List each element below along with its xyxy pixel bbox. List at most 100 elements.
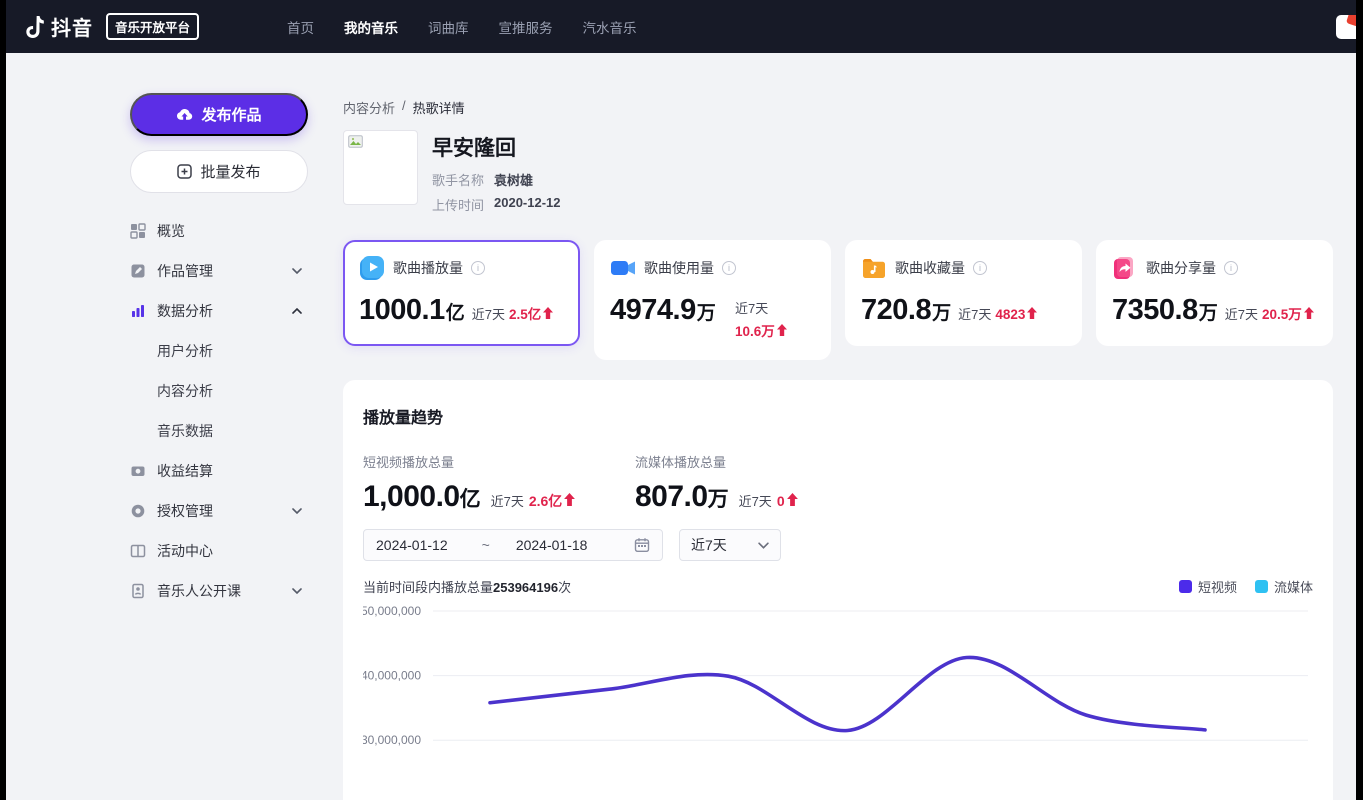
date-separator: ~ [482, 537, 490, 553]
up-arrow-icon [543, 306, 553, 324]
legend-item-short-video[interactable]: 短视频 [1179, 577, 1237, 596]
stat-period: 近7天 [472, 307, 505, 322]
nav-item-home[interactable]: 首页 [287, 17, 314, 37]
stat-card-favorites[interactable]: 歌曲收藏量 i 720.8万 近7天4823 [845, 240, 1082, 346]
stat-card-shares[interactable]: 歌曲分享量 i 7350.8万 近7天20.5万 [1096, 240, 1333, 346]
sidebar-item-label: 收益结算 [157, 461, 213, 481]
breadcrumb-current: 热歌详情 [413, 98, 465, 117]
app-frame: 抖音 音乐开放平台 首页 我的音乐 词曲库 宣推服务 汽水音乐 发布作品 批量发… [6, 0, 1356, 800]
info-icon[interactable]: i [722, 261, 736, 275]
stat-card-usage[interactable]: 歌曲使用量 i 4974.9万 近7天10.6万 [594, 240, 831, 360]
chevron-down-icon [758, 542, 769, 549]
sidebar-item-label: 授权管理 [157, 501, 213, 521]
corner-app-icon[interactable] [1336, 15, 1356, 39]
publish-button[interactable]: 发布作品 [130, 93, 308, 136]
sidebar-item-label: 活动中心 [157, 541, 213, 561]
chevron-down-icon [292, 268, 302, 274]
sidebar-item-label: 音乐人公开课 [157, 581, 241, 601]
sidebar-item-works[interactable]: 作品管理 [130, 251, 302, 291]
sidebar-menu: 概览 作品管理 数据分析 用户分析 内容分析 音乐数据 收益结算 授权管理 [130, 211, 302, 611]
sidebar-item-user-analysis[interactable]: 用户分析 [130, 331, 302, 371]
sidebar-item-revenue[interactable]: 收益结算 [130, 451, 302, 491]
works-icon [130, 263, 146, 279]
song-info: 早安隆回 歌手名称 袁树雄 上传时间 2020-12-12 [432, 130, 561, 214]
stat-value: 1000.1 [359, 294, 445, 326]
date-to[interactable]: 2024-01-18 [516, 537, 588, 553]
sidebar-item-music-data[interactable]: 音乐数据 [130, 411, 302, 451]
metric-change: 0 [777, 493, 785, 509]
batch-plus-icon [177, 164, 192, 179]
course-icon [130, 583, 146, 599]
batch-publish-label: 批量发布 [200, 161, 260, 182]
nav-item-song-library[interactable]: 词曲库 [428, 17, 469, 37]
summary-row: 当前时间段内播放总量253964196次 短视频 流媒体 [363, 577, 1313, 596]
stat-card-plays[interactable]: 歌曲播放量 i 1000.1亿 近7天2.5亿 [343, 240, 580, 346]
stat-unit: 万 [1199, 303, 1218, 324]
sidebar-item-content-analysis[interactable]: 内容分析 [130, 371, 302, 411]
date-range-picker[interactable]: 2024-01-12 ~ 2024-01-18 [363, 529, 663, 561]
money-icon [130, 463, 146, 479]
sidebar-item-label: 音乐数据 [157, 421, 213, 441]
info-icon[interactable]: i [1224, 261, 1238, 275]
artist-name: 袁树雄 [494, 170, 533, 189]
sidebar-item-label: 数据分析 [157, 301, 213, 321]
batch-publish-button[interactable]: 批量发布 [130, 150, 308, 193]
folder-icon [861, 255, 887, 281]
sidebar-item-data-analysis[interactable]: 数据分析 [130, 291, 302, 331]
info-icon[interactable]: i [471, 261, 485, 275]
info-icon[interactable]: i [973, 261, 987, 275]
upload-date: 2020-12-12 [494, 195, 561, 214]
metric-value: 807.0 [635, 480, 708, 514]
stat-value: 720.8 [861, 294, 931, 326]
sidebar-item-license[interactable]: 授权管理 [130, 491, 302, 531]
stat-label: 歌曲使用量 [644, 258, 714, 278]
publish-button-label: 发布作品 [201, 104, 261, 125]
metric-short-video: 短视频播放总量 1,000.0 亿 近7天 2.6亿 [363, 452, 635, 514]
trend-card: 播放量趋势 短视频播放总量 1,000.0 亿 近7天 2.6亿 流媒体播放总量 [343, 380, 1333, 800]
sidebar-item-overview[interactable]: 概览 [130, 211, 302, 251]
song-artist-row: 歌手名称 袁树雄 [432, 170, 561, 189]
trend-chart[interactable]: 50,000,00040,000,00030,000,00020,000,000 [363, 603, 1313, 800]
summary-prefix: 当前时间段内播放总量 [363, 580, 493, 595]
logo[interactable]: 抖音 音乐开放平台 [22, 12, 199, 41]
nav-item-promotion[interactable]: 宣推服务 [499, 17, 553, 37]
logo-text: 抖音 [51, 12, 93, 41]
breadcrumb-parent[interactable]: 内容分析 [343, 98, 395, 117]
up-arrow-icon [787, 493, 798, 511]
sidebar-item-label: 内容分析 [157, 381, 213, 401]
artist-label: 歌手名称 [432, 170, 484, 189]
chevron-down-icon [292, 508, 302, 514]
video-icon [610, 255, 636, 281]
stat-change: 10.6万 [735, 324, 775, 339]
play-total-summary: 当前时间段内播放总量253964196次 [363, 577, 571, 596]
date-from[interactable]: 2024-01-12 [376, 537, 448, 553]
stat-unit: 万 [697, 303, 716, 324]
play-icon [359, 255, 385, 281]
breadcrumb: 内容分析 / 热歌详情 [343, 98, 1333, 117]
nav-item-my-music[interactable]: 我的音乐 [344, 17, 398, 37]
song-cover-placeholder [343, 130, 418, 205]
nav-item-soda-music[interactable]: 汽水音乐 [583, 17, 637, 37]
trend-metrics: 短视频播放总量 1,000.0 亿 近7天 2.6亿 流媒体播放总量 807.0… [363, 452, 1313, 514]
license-icon [130, 503, 146, 519]
stat-period: 近7天 [958, 307, 991, 322]
logo-badge: 音乐开放平台 [106, 13, 199, 40]
sidebar-item-activity-center[interactable]: 活动中心 [130, 531, 302, 571]
sidebar-item-open-course[interactable]: 音乐人公开课 [130, 571, 302, 611]
stat-value: 7350.8 [1112, 294, 1198, 326]
douyin-note-icon [22, 15, 44, 39]
range-select[interactable]: 近7天 [679, 529, 781, 561]
summary-suffix: 次 [558, 580, 571, 595]
top-nav: 抖音 音乐开放平台 首页 我的音乐 词曲库 宣推服务 汽水音乐 [6, 0, 1356, 53]
metric-change: 2.6亿 [529, 491, 562, 511]
stat-change: 20.5万 [1262, 307, 1302, 322]
upload-cloud-icon [176, 108, 193, 122]
legend-item-streaming[interactable]: 流媒体 [1255, 577, 1313, 596]
chevron-up-icon [292, 308, 302, 314]
metric-unit: 亿 [460, 483, 481, 513]
nav-items: 首页 我的音乐 词曲库 宣推服务 汽水音乐 [287, 17, 637, 37]
share-icon [1112, 255, 1138, 281]
stat-change: 2.5亿 [509, 307, 541, 322]
metric-value: 1,000.0 [363, 480, 460, 514]
calendar-icon[interactable] [634, 537, 650, 553]
